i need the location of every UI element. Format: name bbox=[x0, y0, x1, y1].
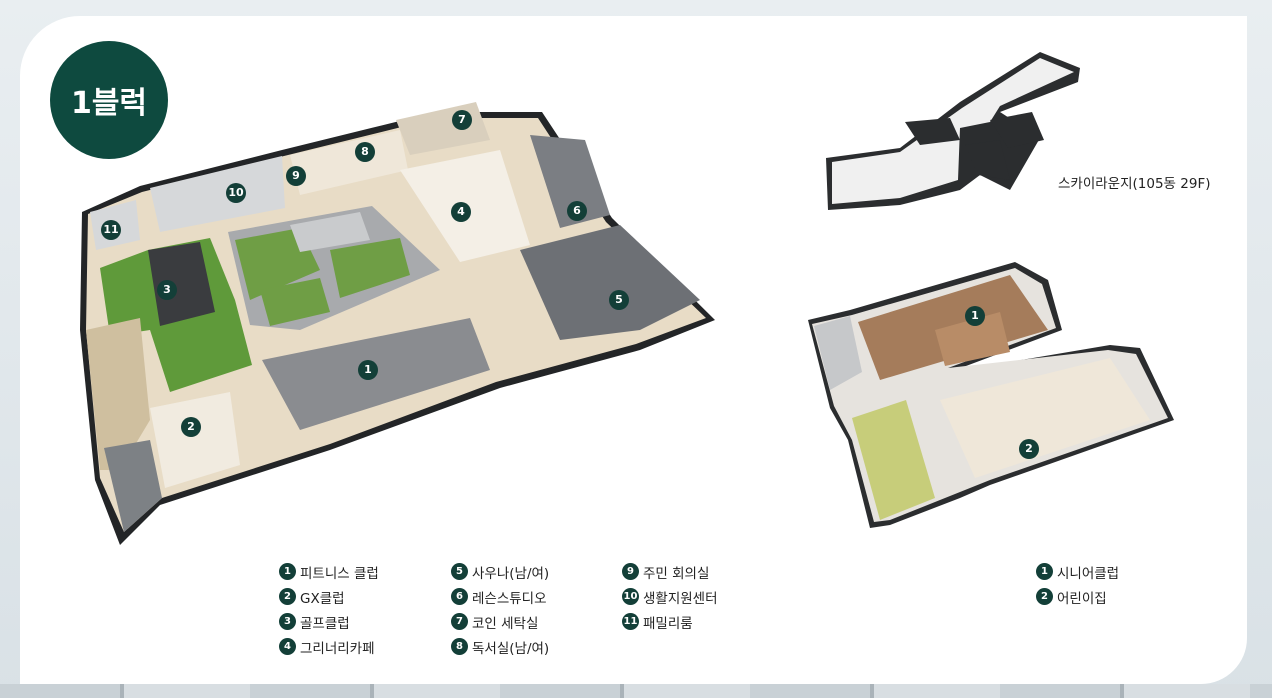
legend-item: 2 GX클럽 bbox=[279, 584, 379, 609]
marker-sauna[interactable]: 5 bbox=[609, 288, 629, 310]
legend-item: 5 사우나(남/여) bbox=[451, 559, 549, 584]
marker-fitness-club[interactable]: 1 bbox=[358, 358, 378, 380]
legend-column-right: 1 시니어클럽 2 어린이집 bbox=[1036, 559, 1119, 609]
marker-golf-club[interactable]: 3 bbox=[157, 278, 177, 300]
legend-item: 9 주민 회의실 bbox=[622, 559, 718, 584]
legend-column-1: 1 피트니스 클럽 2 GX클럽 3 골프클럽 4 그리너리카페 bbox=[279, 559, 379, 659]
marker-daycare[interactable]: 2 bbox=[1019, 437, 1039, 459]
marker-senior-club[interactable]: 1 bbox=[965, 304, 985, 326]
legend-item: 4 그리너리카페 bbox=[279, 634, 379, 659]
marker-lesson-studio[interactable]: 6 bbox=[567, 199, 587, 221]
legend-item: 7 코인 세탁실 bbox=[451, 609, 549, 634]
legend-item: 11 패밀리룸 bbox=[622, 609, 718, 634]
legend-item: 3 골프클럽 bbox=[279, 609, 379, 634]
marker-greenery-cafe[interactable]: 4 bbox=[451, 200, 471, 222]
legend-item: 10 생활지원센터 bbox=[622, 584, 718, 609]
sky-lounge-label: 스카이라운지(105동 29F) bbox=[1058, 176, 1211, 192]
legend-column-2: 5 사우나(남/여) 6 레슨스튜디오 7 코인 세탁실 8 독서실(남/여) bbox=[451, 559, 549, 659]
legend-item: 6 레슨스튜디오 bbox=[451, 584, 549, 609]
legend-item: 1 피트니스 클럽 bbox=[279, 559, 379, 584]
marker-reading-room[interactable]: 8 bbox=[355, 140, 375, 162]
marker-gx-club[interactable]: 2 bbox=[181, 415, 201, 437]
block-title-badge: 1블럭 bbox=[50, 41, 168, 159]
marker-life-support-center[interactable]: 10 bbox=[226, 181, 246, 203]
legend-item: 2 어린이집 bbox=[1036, 584, 1119, 609]
marker-coin-laundry[interactable]: 7 bbox=[452, 108, 472, 130]
marker-family-room[interactable]: 11 bbox=[101, 218, 121, 240]
legend-item: 8 독서실(남/여) bbox=[451, 634, 549, 659]
marker-residents-meeting-room[interactable]: 9 bbox=[286, 164, 306, 186]
legend-item: 1 시니어클럽 bbox=[1036, 559, 1119, 584]
legend-column-3: 9 주민 회의실 10 생활지원센터 11 패밀리룸 bbox=[622, 559, 718, 634]
